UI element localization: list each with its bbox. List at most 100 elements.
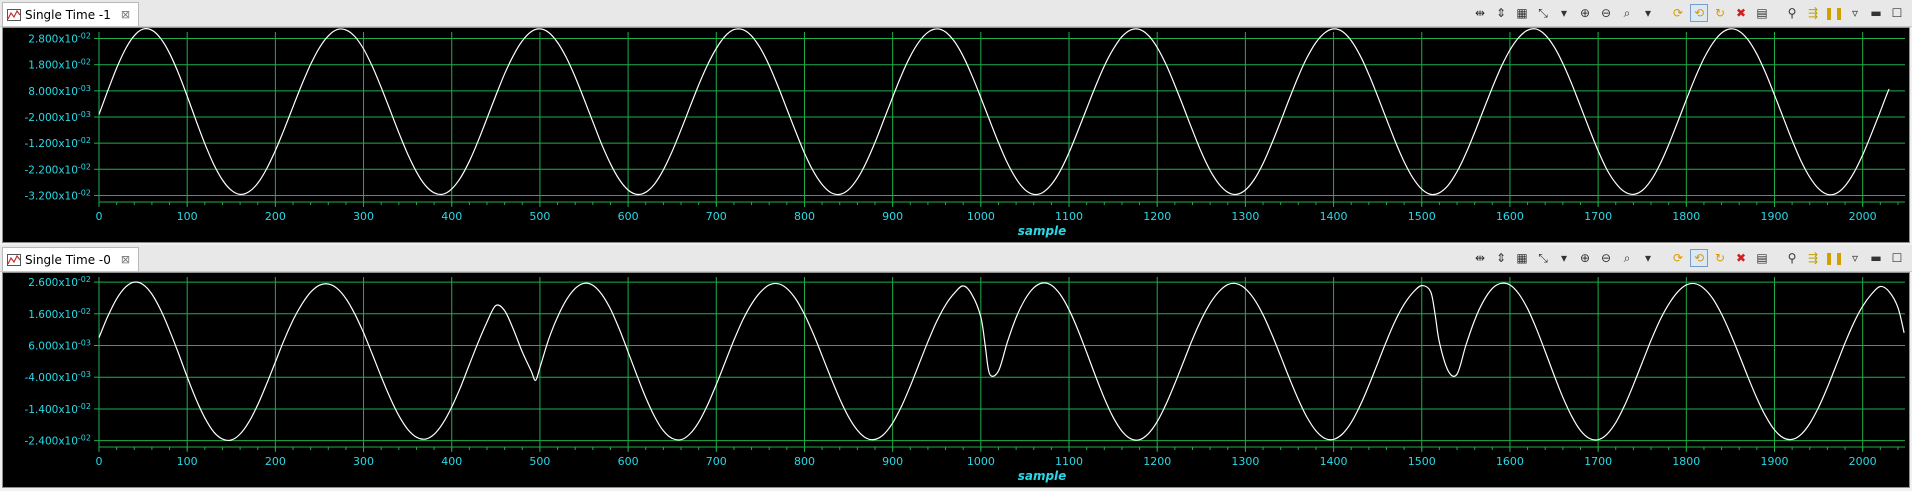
chart-toolbar: ⇹ ⇕ ▦ ⤡ ▾ ⊕ ⊖ ⌕ ▾ ⟳ ⟲ ↻ ✖ ▤ ⚲ ⇶ ❚❚ ▿ ▬ ☐ — [1471, 249, 1906, 267]
zoom-mode-icon[interactable]: ⤡ — [1534, 4, 1552, 22]
x-tick-label: 1200 — [1143, 455, 1171, 468]
y-tick-mantissa: -2.000x10 — [24, 112, 77, 124]
chart-icon — [7, 8, 21, 21]
x-tick-label: 800 — [794, 455, 815, 468]
minimize-icon[interactable]: ▬ — [1867, 4, 1885, 22]
pause-icon[interactable]: ❚❚ — [1824, 4, 1844, 22]
y-tick-mantissa: -1.400x10 — [24, 404, 77, 416]
fit-y-icon[interactable]: ⇕ — [1492, 4, 1510, 22]
fit-all-icon[interactable]: ▦ — [1513, 4, 1531, 22]
y-tick-label: -1.200x10-02 — [24, 136, 91, 150]
fit-x-icon[interactable]: ⇹ — [1471, 4, 1489, 22]
maximize-icon[interactable]: ☐ — [1888, 249, 1906, 267]
y-tick-label: 6.000x10-03 — [28, 339, 91, 353]
x-tick-label: 1200 — [1143, 210, 1171, 223]
toolbar-separator — [1660, 249, 1666, 267]
x-tick-label: 1400 — [1320, 210, 1348, 223]
chevron-down-icon[interactable]: ▾ — [1639, 249, 1657, 267]
zoom-region-icon[interactable]: ⌕ — [1618, 4, 1636, 22]
y-tick-mantissa: -2.400x10 — [24, 436, 77, 448]
y-tick-mantissa: -2.200x10 — [24, 164, 77, 176]
y-tick-exponent: -02 — [78, 32, 91, 41]
refresh-icon[interactable]: ⟳ — [1669, 4, 1687, 22]
x-tick-label: 0 — [96, 210, 103, 223]
refresh-all-icon[interactable]: ↻ — [1711, 4, 1729, 22]
y-tick-exponent: -03 — [78, 339, 91, 348]
auto-refresh-icon[interactable]: ⟲ — [1690, 4, 1708, 22]
refresh-all-icon[interactable]: ↻ — [1711, 249, 1729, 267]
x-tick-label: 1500 — [1408, 455, 1436, 468]
x-tick-label: 700 — [706, 210, 727, 223]
x-tick-label: 1500 — [1408, 210, 1436, 223]
x-tick-label: 300 — [353, 210, 374, 223]
y-tick-mantissa: 2.600x10 — [28, 277, 78, 289]
chart-toolbar: ⇹ ⇕ ▦ ⤡ ▾ ⊕ ⊖ ⌕ ▾ ⟳ ⟲ ↻ ✖ ▤ ⚲ ⇶ ❚❚ ▿ ▬ ☐ — [1471, 4, 1906, 22]
tab-single-time-1[interactable]: Single Time -1 ⊠ — [2, 2, 140, 26]
zoom-mode-icon[interactable]: ⤡ — [1534, 249, 1552, 267]
tab-title: Single Time -1 — [25, 7, 111, 22]
binoculars-icon[interactable]: ⚲ — [1783, 249, 1801, 267]
x-tick-label: 1800 — [1672, 210, 1700, 223]
view-menu-icon[interactable]: ▿ — [1846, 249, 1864, 267]
x-tick-label: 200 — [265, 455, 286, 468]
y-tick-exponent: -03 — [78, 370, 91, 379]
pause-icon[interactable]: ❚❚ — [1824, 249, 1844, 267]
x-tick-label: 300 — [353, 455, 374, 468]
properties-icon[interactable]: ▤ — [1753, 4, 1771, 22]
x-tick-label: 1000 — [967, 210, 995, 223]
properties-icon[interactable]: ▤ — [1753, 249, 1771, 267]
x-axis-label: sample — [1018, 224, 1067, 238]
tab-single-time-0[interactable]: Single Time -0 ⊠ — [2, 247, 140, 271]
tab-title: Single Time -0 — [25, 252, 111, 267]
x-tick-label: 0 — [96, 455, 103, 468]
y-tick-label: 1.600x10-02 — [28, 307, 91, 321]
y-tick-exponent: -03 — [78, 110, 91, 119]
toolbar-separator — [1774, 249, 1780, 267]
y-tick-mantissa: -4.000x10 — [24, 372, 77, 384]
view-menu-icon[interactable]: ▿ — [1846, 4, 1864, 22]
delete-icon[interactable]: ✖ — [1732, 249, 1750, 267]
fit-y-icon[interactable]: ⇕ — [1492, 249, 1510, 267]
minimize-icon[interactable]: ▬ — [1867, 249, 1885, 267]
chevron-down-icon[interactable]: ▾ — [1639, 4, 1657, 22]
toolbar-separator — [1660, 4, 1666, 22]
x-tick-label: 1700 — [1584, 455, 1612, 468]
zoom-out-icon[interactable]: ⊖ — [1597, 249, 1615, 267]
x-tick-label: 900 — [882, 455, 903, 468]
y-tick-label: -2.000x10-03 — [24, 110, 91, 124]
zoom-in-icon[interactable]: ⊕ — [1576, 4, 1594, 22]
plot-area[interactable]: 0 100 200 300 400 500 600 700 800 900 1000 1100 1200… — [2, 272, 1910, 488]
step-icon[interactable]: ⇶ — [1804, 4, 1822, 22]
zoom-in-icon[interactable]: ⊕ — [1576, 249, 1594, 267]
fit-all-icon[interactable]: ▦ — [1513, 249, 1531, 267]
x-tick-label: 1100 — [1055, 210, 1083, 223]
x-tick-label: 100 — [177, 455, 198, 468]
x-axis-label: sample — [1018, 469, 1067, 483]
delete-icon[interactable]: ✖ — [1732, 4, 1750, 22]
time-series-chart: 0 100 200 300 400 500 600 700 800 900 1000 1100 1200… — [24, 28, 1905, 238]
y-tick-exponent: -02 — [78, 402, 91, 411]
y-tick-exponent: -02 — [78, 58, 91, 67]
refresh-icon[interactable]: ⟳ — [1669, 249, 1687, 267]
y-tick-label: 2.800x10-02 — [28, 32, 91, 46]
panel-single-time-0: Single Time -0 ⊠ ⇹ ⇕ ▦ ⤡ ▾ ⊕ ⊖ ⌕ ▾ ⟳ ⟲ ↻… — [0, 245, 1912, 489]
chevron-down-icon[interactable]: ▾ — [1555, 4, 1573, 22]
chevron-down-icon[interactable]: ▾ — [1555, 249, 1573, 267]
binoculars-icon[interactable]: ⚲ — [1783, 4, 1801, 22]
maximize-icon[interactable]: ☐ — [1888, 4, 1906, 22]
zoom-out-icon[interactable]: ⊖ — [1597, 4, 1615, 22]
x-tick-label: 900 — [882, 210, 903, 223]
x-tick-label: 1300 — [1231, 455, 1259, 468]
fit-x-icon[interactable]: ⇹ — [1471, 249, 1489, 267]
y-tick-exponent: -02 — [78, 275, 91, 284]
y-tick-label: -4.000x10-03 — [24, 370, 91, 384]
y-tick-label: -3.200x10-02 — [24, 188, 91, 202]
auto-refresh-icon[interactable]: ⟲ — [1690, 249, 1708, 267]
plot-area[interactable]: 0 100 200 300 400 500 600 700 800 900 1000 1100 1200… — [2, 27, 1910, 243]
close-icon[interactable]: ⊠ — [121, 253, 130, 266]
y-tick-exponent: -03 — [78, 84, 91, 93]
close-icon[interactable]: ⊠ — [121, 8, 130, 21]
zoom-region-icon[interactable]: ⌕ — [1618, 249, 1636, 267]
step-icon[interactable]: ⇶ — [1804, 249, 1822, 267]
x-tick-label: 400 — [441, 455, 462, 468]
